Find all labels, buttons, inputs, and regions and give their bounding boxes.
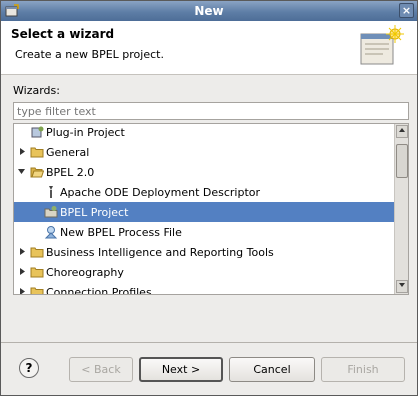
tree-item-choreography[interactable]: Choreography (14, 262, 394, 282)
tree-item-label: General (46, 145, 90, 159)
tree-item-new-bpel-process-file[interactable]: New BPEL Process File (14, 222, 394, 242)
collapse-arrow-icon[interactable] (17, 167, 26, 176)
scroll-thumb[interactable] (396, 144, 408, 178)
filter-input[interactable] (13, 102, 409, 120)
tree-item-label: Plug-in Project (46, 125, 125, 139)
page-title: Select a wizard (11, 27, 115, 41)
button-bar-separator (1, 342, 417, 343)
wizard-tree[interactable]: Plug-in Project General BPEL 2.0 Apache … (13, 123, 409, 295)
tree-item-label: Choreography (46, 265, 124, 279)
expand-arrow-icon[interactable] (18, 267, 27, 276)
tree-item-general[interactable]: General (14, 142, 394, 162)
descriptor-icon (49, 186, 53, 198)
tree-item-label: BPEL Project (60, 205, 129, 219)
folder-icon (30, 247, 44, 258)
back-button[interactable]: < Back (69, 357, 133, 382)
chevron-down-icon (399, 283, 405, 287)
folder-icon (30, 267, 44, 278)
wizards-label: Wizards: (13, 84, 60, 97)
close-button[interactable]: × (399, 3, 414, 18)
chevron-up-icon (399, 128, 405, 132)
finish-button[interactable]: Finish (321, 357, 405, 382)
window-title: New (194, 4, 224, 18)
tree-item-connection-profiles[interactable]: Connection Profiles (14, 282, 394, 295)
next-button[interactable]: Next > (139, 357, 223, 382)
tree-item-label: Apache ODE Deployment Descriptor (60, 185, 261, 199)
title-bar[interactable]: New × (1, 1, 417, 21)
expand-arrow-icon[interactable] (18, 147, 27, 156)
folder-icon (30, 287, 44, 294)
page-description: Create a new BPEL project. (15, 48, 164, 61)
close-icon: × (401, 4, 412, 17)
help-button[interactable]: ? (19, 358, 39, 378)
tree-item-bpel-2-0[interactable]: BPEL 2.0 (14, 162, 394, 182)
cancel-button[interactable]: Cancel (229, 357, 315, 382)
tree-item-bpel-project[interactable]: BPEL Project (14, 202, 394, 222)
tree-item-label: Business Intelligence and Reporting Tool… (46, 245, 274, 259)
tree-item-label: BPEL 2.0 (46, 165, 95, 179)
folder-icon (30, 147, 44, 158)
process-file-icon (44, 226, 58, 239)
tree-item-plugin-project[interactable]: Plug-in Project (14, 124, 394, 142)
wizard-header: Select a wizard Create a new BPEL projec… (1, 21, 417, 75)
scroll-up-button[interactable] (396, 125, 408, 138)
folder-open-icon (30, 167, 44, 178)
new-wizard-banner-icon (360, 25, 404, 65)
tree-item-label: Connection Profiles (46, 285, 152, 295)
new-wizard-dialog: New × Select a wizard Create a new BPEL … (0, 0, 418, 396)
window-icon (5, 4, 19, 17)
expand-arrow-icon[interactable] (18, 247, 27, 256)
plugin-icon (31, 126, 44, 138)
expand-arrow-icon[interactable] (18, 287, 27, 295)
help-icon: ? (25, 361, 33, 375)
tree-item-label: New BPEL Process File (60, 225, 182, 239)
tree-scrollbar[interactable] (394, 124, 408, 294)
bpel-project-icon (44, 206, 58, 218)
scroll-down-button[interactable] (396, 280, 408, 293)
tree-item-apache-ode-descriptor[interactable]: Apache ODE Deployment Descriptor (14, 182, 394, 202)
tree-item-birt[interactable]: Business Intelligence and Reporting Tool… (14, 242, 394, 262)
